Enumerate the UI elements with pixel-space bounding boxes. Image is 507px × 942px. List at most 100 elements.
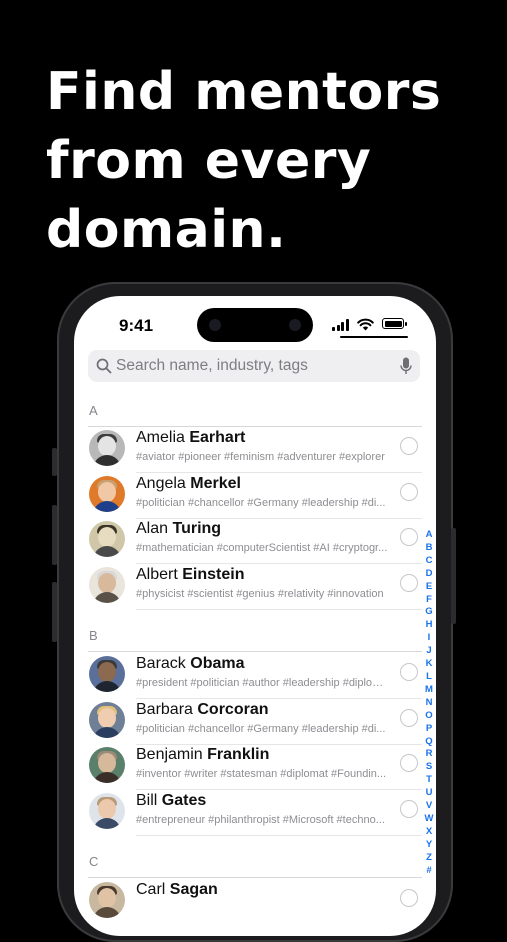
row-divider xyxy=(136,835,422,836)
status-bar: 9:41 xyxy=(74,296,436,352)
contact-name: Alan Turing xyxy=(136,520,222,537)
contact-tags: #aviator #pioneer #feminism #adventurer … xyxy=(136,451,385,463)
contact-name: Barbara Corcoran xyxy=(136,701,269,718)
avatar xyxy=(89,567,125,603)
index-letter-z[interactable]: Z xyxy=(423,852,435,865)
contact-tags: #politician #chancellor #Germany #leader… xyxy=(136,723,386,735)
avatar xyxy=(89,793,125,829)
section-divider xyxy=(88,877,422,878)
index-letter-x[interactable]: X xyxy=(423,826,435,839)
search-input[interactable] xyxy=(116,354,386,378)
wifi-icon xyxy=(357,318,374,331)
avatar xyxy=(89,521,125,557)
contact-row-carl-sagan[interactable]: Carl Sagan xyxy=(74,879,436,925)
contact-row-alan-turing[interactable]: Alan Turing #mathematician #computerScie… xyxy=(74,518,436,564)
contact-name: Amelia Earhart xyxy=(136,429,246,446)
select-radio[interactable] xyxy=(400,889,418,907)
avatar xyxy=(89,430,125,466)
avatar xyxy=(89,476,125,512)
index-letter-g[interactable]: G xyxy=(423,606,435,619)
avatar xyxy=(89,882,125,918)
contact-row-benjamin-franklin[interactable]: Benjamin Franklin #inventor #writer #sta… xyxy=(74,744,436,790)
section-header-a: A xyxy=(89,403,98,418)
contact-name: Angela Merkel xyxy=(136,475,241,492)
avatar xyxy=(89,656,125,692)
search-bar[interactable] xyxy=(88,350,420,382)
index-letter-b[interactable]: B xyxy=(423,542,435,555)
status-time: 9:41 xyxy=(119,316,154,335)
contact-tags: #president #politician #author #leadersh… xyxy=(136,677,390,689)
select-radio[interactable] xyxy=(400,754,418,772)
index-letter-w[interactable]: W xyxy=(423,813,435,826)
index-letter-n[interactable]: N xyxy=(423,697,435,710)
phone-volume-up xyxy=(52,505,57,565)
contact-name: Bill Gates xyxy=(136,792,207,809)
index-letter-j[interactable]: J xyxy=(423,645,435,658)
index-letter-o[interactable]: O xyxy=(423,710,435,723)
index-letter-i[interactable]: I xyxy=(423,632,435,645)
index-letter-h[interactable]: H xyxy=(423,619,435,632)
contact-row-angela-merkel[interactable]: Angela Merkel #politician #chancellor #G… xyxy=(74,473,436,519)
index-letter-y[interactable]: Y xyxy=(423,839,435,852)
section-divider xyxy=(88,651,422,652)
contact-row-barbara-corcoran[interactable]: Barbara Corcoran #politician #chancellor… xyxy=(74,699,436,745)
select-radio[interactable] xyxy=(400,437,418,455)
headline-line-2: from every xyxy=(46,131,372,191)
camera-icon xyxy=(209,319,221,331)
index-letter-d[interactable]: D xyxy=(423,568,435,581)
microphone-icon[interactable] xyxy=(400,357,412,375)
phone-screen: 9:41 A Amelia Earhart xyxy=(74,296,436,936)
phone-mute-switch xyxy=(52,448,57,476)
select-radio[interactable] xyxy=(400,574,418,592)
contact-tags: #inventor #writer #statesman #diplomat #… xyxy=(136,768,387,780)
index-letter-e[interactable]: E xyxy=(423,581,435,594)
status-indicator-line xyxy=(340,336,408,338)
contact-tags: #mathematician #computerScientist #AI #c… xyxy=(136,542,388,554)
index-letter-t[interactable]: T xyxy=(423,774,435,787)
index-letter-f[interactable]: F xyxy=(423,594,435,607)
alphabet-index[interactable]: A B C D E F G H I J K L M N O P Q R S T … xyxy=(423,529,435,877)
select-radio[interactable] xyxy=(400,800,418,818)
avatar xyxy=(89,702,125,738)
contact-row-barack-obama[interactable]: Barack Obama #president #politician #aut… xyxy=(74,653,436,699)
contact-tags: #physicist #scientist #genius #relativit… xyxy=(136,588,384,600)
index-letter-k[interactable]: K xyxy=(423,658,435,671)
index-letter-u[interactable]: U xyxy=(423,787,435,800)
contact-tags: #entrepreneur #philanthropist #Microsoft… xyxy=(136,814,385,826)
contact-name: Barack Obama xyxy=(136,655,245,672)
index-letter-p[interactable]: P xyxy=(423,723,435,736)
battery-icon xyxy=(382,318,407,329)
select-radio[interactable] xyxy=(400,483,418,501)
index-letter-s[interactable]: S xyxy=(423,761,435,774)
index-letter-r[interactable]: R xyxy=(423,748,435,761)
headline-line-1: Find mentors xyxy=(46,62,442,122)
contact-name: Carl Sagan xyxy=(136,881,218,898)
dynamic-island xyxy=(197,308,313,342)
index-letter-m[interactable]: M xyxy=(423,684,435,697)
section-header-b: B xyxy=(89,628,98,643)
contact-row-amelia-earhart[interactable]: Amelia Earhart #aviator #pioneer #femini… xyxy=(74,427,436,473)
sensor-icon xyxy=(289,319,301,331)
headline: Find mentors from every domain. xyxy=(46,58,486,265)
avatar xyxy=(89,747,125,783)
headline-line-3: domain. xyxy=(46,200,287,260)
index-letter-q[interactable]: Q xyxy=(423,736,435,749)
phone-volume-down xyxy=(52,582,57,642)
index-letter-c[interactable]: C xyxy=(423,555,435,568)
contact-tags: #politician #chancellor #Germany #leader… xyxy=(136,497,386,509)
search-icon xyxy=(96,358,112,374)
phone-power-button xyxy=(451,528,456,624)
index-letter-v[interactable]: V xyxy=(423,800,435,813)
select-radio[interactable] xyxy=(400,528,418,546)
contact-name: Albert Einstein xyxy=(136,566,245,583)
index-letter-hash[interactable]: # xyxy=(423,865,435,878)
contact-name: Benjamin Franklin xyxy=(136,746,270,763)
contact-row-bill-gates[interactable]: Bill Gates #entrepreneur #philanthropist… xyxy=(74,790,436,836)
index-letter-a[interactable]: A xyxy=(423,529,435,542)
section-header-c: C xyxy=(89,854,99,869)
row-divider xyxy=(136,609,422,610)
select-radio[interactable] xyxy=(400,663,418,681)
contact-row-albert-einstein[interactable]: Albert Einstein #physicist #scientist #g… xyxy=(74,564,436,610)
select-radio[interactable] xyxy=(400,709,418,727)
index-letter-l[interactable]: L xyxy=(423,671,435,684)
